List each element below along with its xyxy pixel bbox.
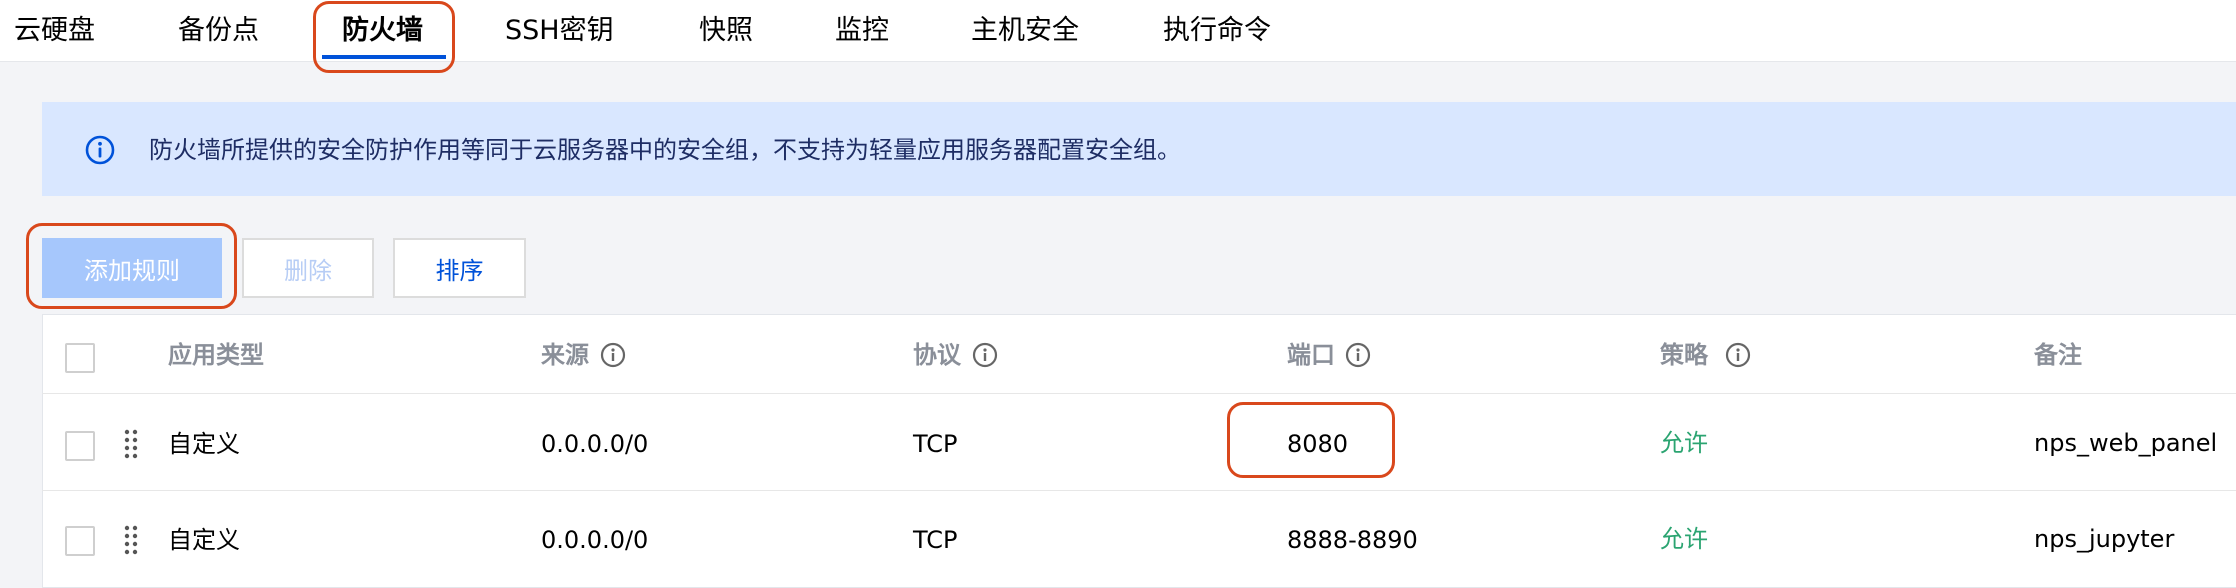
source-info-icon[interactable] [600, 342, 626, 368]
column-header-protocol: 协议 [913, 341, 961, 369]
drag-handle-icon[interactable] [124, 524, 138, 556]
column-header-port: 端口 [1287, 341, 1335, 369]
rule-source: 0.0.0.0/0 [541, 526, 649, 554]
tab-backup-points[interactable]: 备份点 [178, 12, 259, 50]
rule-protocol: TCP [913, 430, 958, 458]
port-highlight [1227, 402, 1395, 478]
rule-policy: 允许 [1660, 429, 1708, 457]
notice-text: 防火墙所提供的安全防护作用等同于云服务器中的安全组，不支持为轻量应用服务器配置安… [149, 136, 1181, 164]
rule-note: nps_jupyter [2034, 525, 2175, 553]
firewall-tab-highlight [313, 1, 455, 73]
rule-policy: 允许 [1660, 525, 1708, 553]
rule-protocol: TCP [913, 526, 958, 554]
tab-ssh-keys[interactable]: SSH密钥 [505, 12, 614, 50]
port-info-icon[interactable] [1345, 342, 1371, 368]
tab-snapshots[interactable]: 快照 [699, 12, 753, 50]
rule-note: nps_web_panel [2034, 429, 2218, 457]
rule-type: 自定义 [168, 430, 240, 458]
info-icon [85, 135, 115, 165]
select-all-checkbox[interactable] [65, 343, 95, 373]
protocol-info-icon[interactable] [972, 342, 998, 368]
row-divider [42, 490, 2236, 491]
column-header-note: 备注 [2034, 341, 2082, 369]
row-checkbox[interactable] [65, 526, 95, 556]
row-checkbox[interactable] [65, 431, 95, 461]
rule-type: 自定义 [168, 526, 240, 554]
column-header-policy: 策略 [1660, 341, 1708, 369]
tab-run-command[interactable]: 执行命令 [1163, 12, 1271, 50]
rule-port: 8888-8890 [1287, 526, 1418, 554]
tab-monitoring[interactable]: 监控 [835, 12, 889, 50]
drag-handle-icon[interactable] [124, 428, 138, 460]
column-header-type: 应用类型 [168, 341, 264, 369]
header-divider [42, 393, 2236, 394]
firewall-rules-table [42, 314, 2236, 588]
add-rule-highlight [26, 223, 237, 309]
rule-source: 0.0.0.0/0 [541, 430, 649, 458]
delete-button[interactable]: 删除 [242, 238, 374, 298]
sort-button[interactable]: 排序 [393, 238, 526, 298]
tab-host-security[interactable]: 主机安全 [971, 12, 1079, 50]
column-header-source: 来源 [541, 341, 589, 369]
policy-info-icon[interactable] [1725, 342, 1751, 368]
tab-cloud-disk[interactable]: 云硬盘 [14, 12, 95, 50]
